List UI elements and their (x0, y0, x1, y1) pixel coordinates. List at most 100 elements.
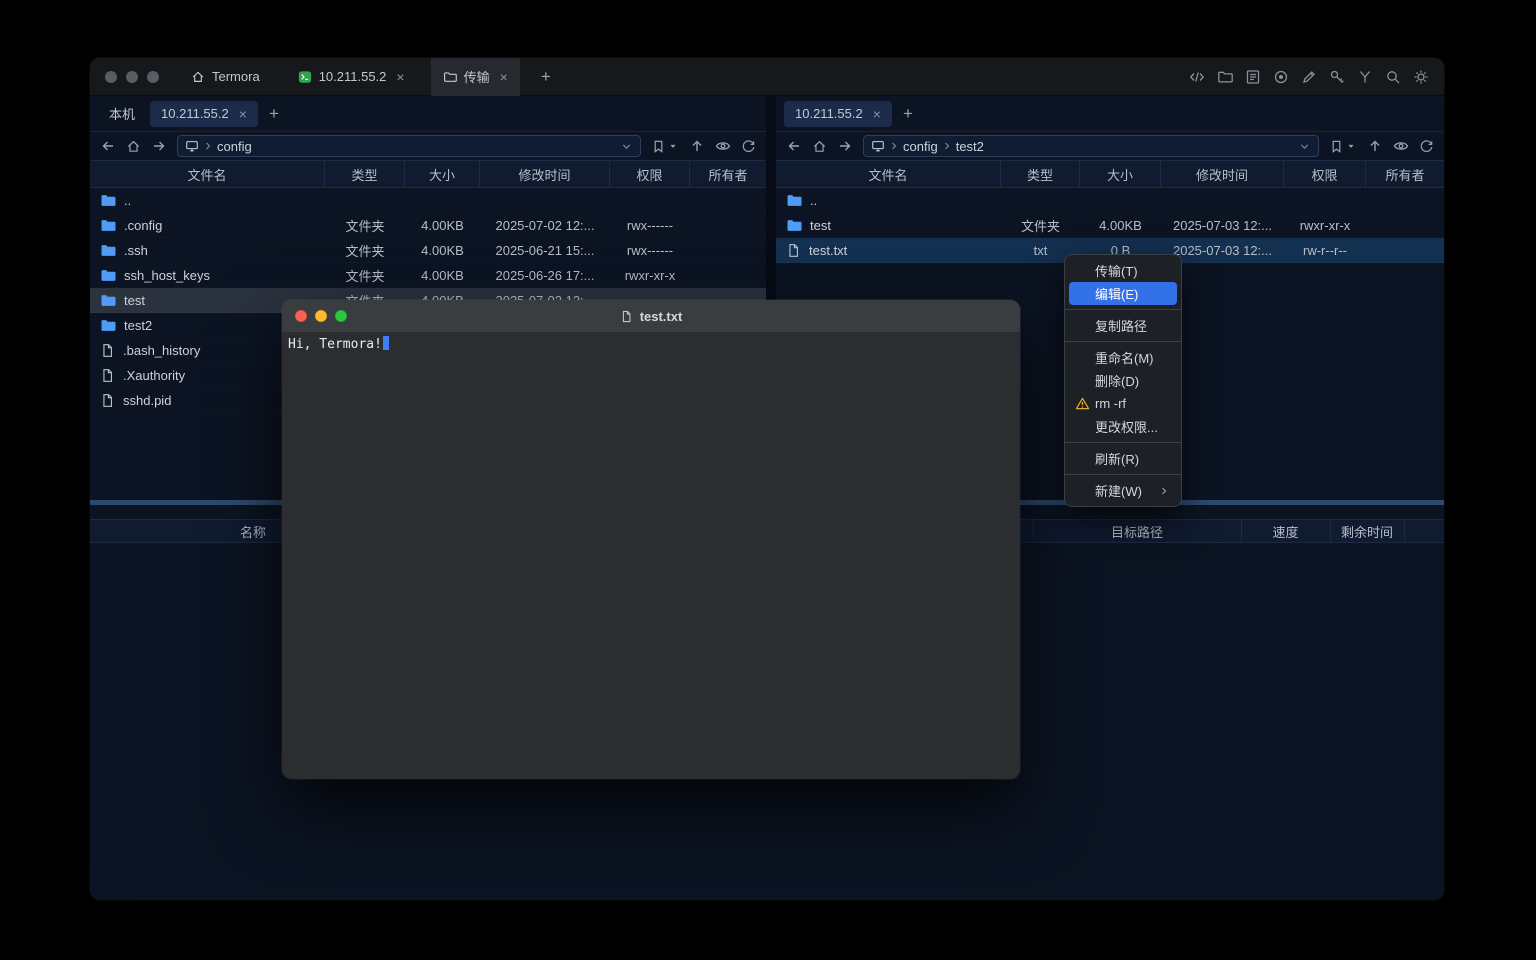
tab-termora-home[interactable]: Termora (179, 58, 272, 96)
file-row[interactable]: ssh_host_keys 文件夹4.00KB 2025-06-26 17:..… (90, 263, 766, 288)
menu-item-change-permissions[interactable]: 更改权限... (1069, 415, 1177, 438)
right-panel-tab-bar: 10.211.55.2 × + (776, 96, 1444, 132)
document-icon (620, 310, 633, 323)
refresh-button[interactable] (741, 139, 756, 154)
close-tab-icon[interactable]: × (396, 69, 404, 85)
minimize-window-button[interactable] (315, 310, 327, 322)
file-row[interactable]: test 文件夹4.00KB 2025-07-03 12:...rwxr-xr-… (776, 213, 1444, 238)
add-panel-tab-button[interactable]: + (262, 102, 286, 126)
close-tab-icon[interactable]: × (500, 69, 508, 85)
column-header-type[interactable]: 类型 (325, 161, 405, 187)
forward-button[interactable] (151, 138, 167, 154)
new-tab-button[interactable]: + (534, 65, 558, 89)
menu-item-transfer[interactable]: 传输(T) (1069, 259, 1177, 282)
file-row[interactable]: .. (776, 188, 1444, 213)
refresh-icon (741, 139, 756, 154)
chevron-down-icon[interactable] (1298, 140, 1311, 153)
column-header-size[interactable]: 大小 (405, 161, 480, 187)
editor-window: test.txt Hi, Termora! (282, 300, 1020, 779)
settings-gear-icon[interactable] (1413, 69, 1429, 85)
tab-remote-host-left[interactable]: 10.211.55.2 × (150, 101, 258, 127)
folder-icon (100, 317, 116, 333)
tab-local-machine[interactable]: 本机 (98, 101, 146, 127)
back-button[interactable] (100, 138, 116, 154)
transfer-column-eta[interactable]: 剩余时间 (1330, 520, 1404, 542)
sftp-folder-icon[interactable] (1217, 69, 1233, 85)
titlebar[interactable]: Termora 10.211.55.2 × 传输 × + (90, 58, 1444, 96)
menu-item-refresh[interactable]: 刷新(R) (1069, 447, 1177, 470)
file-row[interactable]: .. (90, 188, 766, 213)
path-breadcrumb-bar[interactable]: config (177, 135, 641, 157)
column-header-mtime[interactable]: 修改时间 (480, 161, 610, 187)
column-header-type[interactable]: 类型 (1001, 161, 1080, 187)
path-segment[interactable]: config (903, 139, 938, 154)
chevron-right-icon (941, 140, 953, 152)
bookmark-button[interactable] (1329, 139, 1357, 154)
back-button[interactable] (786, 138, 802, 154)
column-header-perm[interactable]: 权限 (610, 161, 690, 187)
folder-icon (786, 217, 802, 233)
menu-item-rename[interactable]: 重命名(M) (1069, 346, 1177, 369)
edit-icon[interactable] (1301, 69, 1317, 85)
minimize-window-button[interactable] (126, 71, 138, 83)
menu-item-new[interactable]: 新建(W) (1069, 479, 1177, 502)
computer-icon (871, 139, 885, 153)
close-tab-icon[interactable]: × (873, 106, 881, 122)
menu-item-rm-rf[interactable]: rm -rf (1069, 392, 1177, 415)
menu-separator (1065, 341, 1181, 342)
close-tab-icon[interactable]: × (239, 106, 247, 122)
path-segment[interactable]: test2 (956, 139, 984, 154)
path-segment[interactable]: config (217, 139, 252, 154)
column-header-owner[interactable]: 所有者 (1366, 161, 1444, 187)
chevron-down-icon[interactable] (620, 140, 633, 153)
tab-label: 本机 (109, 104, 135, 123)
close-window-button[interactable] (295, 310, 307, 322)
record-macro-icon[interactable] (1273, 69, 1289, 85)
tab-remote-host-right[interactable]: 10.211.55.2 × (784, 101, 892, 127)
keymap-icon[interactable] (1357, 69, 1373, 85)
column-header-perm[interactable]: 权限 (1284, 161, 1366, 187)
file-row[interactable]: .config 文件夹4.00KB 2025-07-02 12:...rwx--… (90, 213, 766, 238)
show-hidden-files-button[interactable] (715, 138, 731, 154)
menu-item-copy-path[interactable]: 复制路径 (1069, 314, 1177, 337)
home-button[interactable] (812, 139, 827, 154)
menu-item-edit[interactable]: 编辑(E) (1069, 282, 1177, 305)
close-window-button[interactable] (105, 71, 117, 83)
tab-terminal-session[interactable]: 10.211.55.2 × (286, 58, 417, 96)
column-header-name[interactable]: 文件名 (90, 161, 325, 187)
up-directory-button[interactable] (1367, 138, 1383, 154)
file-icon (100, 368, 115, 383)
home-button[interactable] (126, 139, 141, 154)
menu-item-delete[interactable]: 删除(D) (1069, 369, 1177, 392)
transfer-column-target-path[interactable]: 目标路径 (1033, 520, 1241, 542)
column-header-name[interactable]: 文件名 (776, 161, 1001, 187)
file-icon (100, 393, 115, 408)
terminal-icon (298, 70, 312, 84)
show-hidden-files-button[interactable] (1393, 138, 1409, 154)
file-list-right: .. test 文件夹4.00KB 2025-07-03 12:...rwxr-… (776, 188, 1444, 263)
folder-icon (100, 292, 116, 308)
tab-label: 传输 (464, 67, 490, 86)
up-directory-button[interactable] (689, 138, 705, 154)
key-manager-icon[interactable] (1329, 69, 1345, 85)
forward-button[interactable] (837, 138, 853, 154)
log-icon[interactable] (1245, 69, 1261, 85)
column-header-mtime[interactable]: 修改时间 (1161, 161, 1284, 187)
file-table-header-left: 文件名 类型 大小 修改时间 权限 所有者 (90, 160, 766, 188)
zoom-window-button[interactable] (335, 310, 347, 322)
path-breadcrumb-bar[interactable]: config test2 (863, 135, 1319, 157)
code-snippets-icon[interactable] (1189, 69, 1205, 85)
right-panel-toolbar: config test2 (776, 132, 1444, 160)
tab-transfer[interactable]: 传输 × (431, 58, 520, 96)
column-header-size[interactable]: 大小 (1080, 161, 1161, 187)
add-panel-tab-button[interactable]: + (896, 102, 920, 126)
transfer-column-speed[interactable]: 速度 (1241, 520, 1330, 542)
editor-content[interactable]: Hi, Termora! (282, 332, 1020, 779)
refresh-button[interactable] (1419, 139, 1434, 154)
zoom-window-button[interactable] (147, 71, 159, 83)
search-icon[interactable] (1385, 69, 1401, 85)
editor-titlebar[interactable]: test.txt (282, 300, 1020, 332)
column-header-owner[interactable]: 所有者 (690, 161, 766, 187)
file-row[interactable]: .ssh 文件夹4.00KB 2025-06-21 15:...rwx-----… (90, 238, 766, 263)
bookmark-button[interactable] (651, 139, 679, 154)
